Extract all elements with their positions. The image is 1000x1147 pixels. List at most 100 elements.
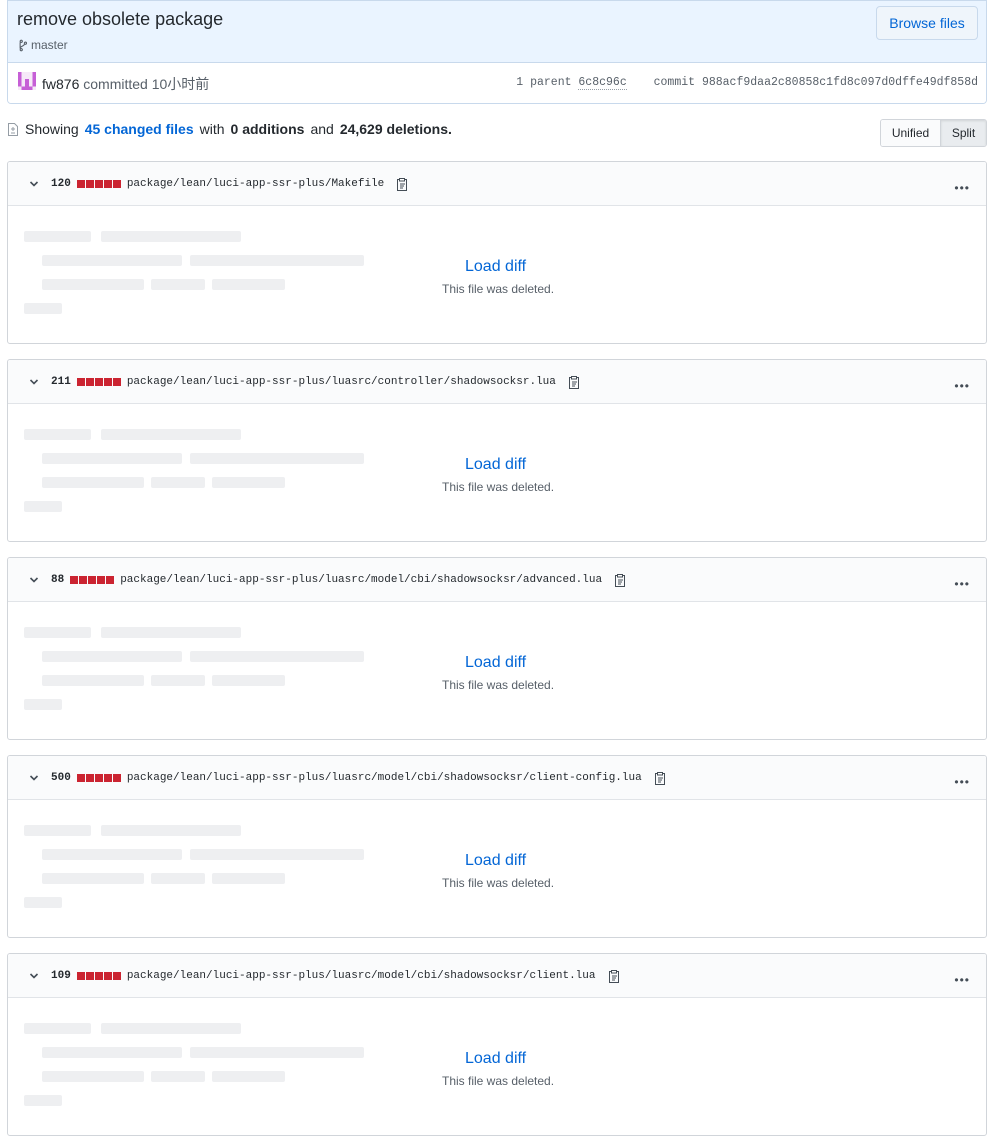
file-header: 88 package/lean/luci-app-ssr-plus/luasrc… xyxy=(8,558,986,602)
load-diff-button[interactable]: Load diff xyxy=(465,852,526,870)
skeleton-placeholder xyxy=(212,279,285,290)
file-path-link[interactable]: package/lean/luci-app-ssr-plus/luasrc/mo… xyxy=(127,970,596,982)
skeleton-placeholder xyxy=(42,1071,144,1082)
skeleton-placeholder xyxy=(24,303,62,314)
commit-label: commit xyxy=(653,76,696,89)
load-diff-button[interactable]: Load diff xyxy=(465,1050,526,1068)
file-path-link[interactable]: package/lean/luci-app-ssr-plus/Makefile xyxy=(127,178,384,190)
file-info: 120 package/lean/luci-app-ssr-plus/Makef… xyxy=(51,162,409,206)
file-body: Load diff This file was deleted. xyxy=(8,404,986,541)
file-path-link[interactable]: package/lean/luci-app-ssr-plus/luasrc/mo… xyxy=(127,772,642,784)
author-link[interactable]: fw876 xyxy=(42,76,79,92)
browse-files-button[interactable]: Browse files xyxy=(876,6,978,40)
file-diff-card: 88 package/lean/luci-app-ssr-plus/luasrc… xyxy=(7,557,987,740)
load-diff-button[interactable]: Load diff xyxy=(465,258,526,276)
summary-and: and xyxy=(310,121,334,137)
kebab-horizontal-icon[interactable]: ••• xyxy=(954,380,970,392)
kebab-horizontal-icon[interactable]: ••• xyxy=(954,578,970,590)
file-deleted-note: This file was deleted. xyxy=(442,282,555,296)
additions-count: 0 additions xyxy=(230,121,305,137)
file-diff-card: 120 package/lean/luci-app-ssr-plus/Makef… xyxy=(7,161,987,344)
unified-button[interactable]: Unified xyxy=(881,120,941,146)
skeleton-placeholder xyxy=(24,627,91,638)
branch-label: master xyxy=(17,38,68,52)
skeleton-placeholder xyxy=(212,477,285,488)
skeleton-placeholder xyxy=(42,477,144,488)
parent-label: 1 parent xyxy=(516,76,572,89)
skeleton-placeholder xyxy=(151,873,205,884)
skeleton-placeholder xyxy=(151,279,205,290)
avatar[interactable] xyxy=(18,72,36,90)
file-body: Load diff This file was deleted. xyxy=(8,206,986,343)
skeleton-placeholder xyxy=(212,873,285,884)
load-diff-button[interactable]: Load diff xyxy=(465,654,526,672)
skeleton-placeholder xyxy=(190,651,364,662)
summary-with: with xyxy=(199,121,225,137)
skeleton-placeholder xyxy=(42,675,144,686)
kebab-horizontal-icon[interactable]: ••• xyxy=(954,182,970,194)
clipboard-icon[interactable] xyxy=(653,771,667,786)
load-diff-button[interactable]: Load diff xyxy=(465,456,526,474)
skeleton-placeholder xyxy=(42,1047,182,1058)
file-deleted-note: This file was deleted. xyxy=(442,1074,555,1088)
file-body: Load diff This file was deleted. xyxy=(8,800,986,937)
diffstat-bar xyxy=(76,774,121,782)
file-change-count: 120 xyxy=(51,178,71,190)
chevron-down-icon[interactable] xyxy=(28,574,40,586)
summary-showing: Showing xyxy=(25,121,79,137)
skeleton-placeholder xyxy=(101,429,241,440)
clipboard-icon[interactable] xyxy=(395,177,409,192)
changed-files-link[interactable]: 45 changed files xyxy=(85,121,194,137)
skeleton-placeholder xyxy=(24,1095,62,1106)
commit-title: remove obsolete package xyxy=(17,9,224,29)
file-path-link[interactable]: package/lean/luci-app-ssr-plus/luasrc/co… xyxy=(127,376,556,388)
file-change-count: 109 xyxy=(51,970,71,982)
skeleton-placeholder xyxy=(42,453,182,464)
chevron-down-icon[interactable] xyxy=(28,970,40,982)
file-diff-icon xyxy=(8,122,18,136)
skeleton-placeholder xyxy=(151,1071,205,1082)
kebab-horizontal-icon[interactable]: ••• xyxy=(954,776,970,788)
git-branch-icon xyxy=(19,39,27,51)
diff-view-toggle: Unified Split xyxy=(880,119,987,147)
skeleton-placeholder xyxy=(24,825,91,836)
split-button[interactable]: Split xyxy=(941,120,986,146)
file-change-count: 88 xyxy=(51,574,65,586)
file-body: Load diff This file was deleted. xyxy=(8,602,986,739)
clipboard-icon[interactable] xyxy=(613,573,627,588)
chevron-down-icon[interactable] xyxy=(28,376,40,388)
file-header: 120 package/lean/luci-app-ssr-plus/Makef… xyxy=(8,162,986,206)
commit-action: committed xyxy=(83,76,148,92)
parent-sha-link[interactable]: 6c8c96c xyxy=(578,76,627,90)
file-body: Load diff This file was deleted. xyxy=(8,998,986,1135)
commit-sha-line: 1 parent 6c8c96c commit 988acf9daa2c8085… xyxy=(516,76,978,90)
branch-name[interactable]: master xyxy=(31,38,68,52)
skeleton-placeholder xyxy=(24,1023,91,1034)
file-path-link[interactable]: package/lean/luci-app-ssr-plus/luasrc/mo… xyxy=(120,574,602,586)
skeleton-placeholder xyxy=(190,255,364,266)
clipboard-icon[interactable] xyxy=(607,969,621,984)
diffstat-bar xyxy=(76,972,121,980)
file-info: 211 package/lean/luci-app-ssr-plus/luasr… xyxy=(51,360,581,404)
file-diff-card: 109 package/lean/luci-app-ssr-plus/luasr… xyxy=(7,953,987,1136)
chevron-down-icon[interactable] xyxy=(28,178,40,190)
diffstat-bar xyxy=(70,576,115,584)
skeleton-placeholder xyxy=(190,1047,364,1058)
skeleton-placeholder xyxy=(42,651,182,662)
commit-sha: 988acf9daa2c80858c1fd8c097d0dffe49df858d xyxy=(701,76,978,89)
skeleton-placeholder xyxy=(42,279,144,290)
file-diff-card: 500 package/lean/luci-app-ssr-plus/luasr… xyxy=(7,755,987,938)
skeleton-placeholder xyxy=(42,255,182,266)
skeleton-placeholder xyxy=(24,429,91,440)
kebab-horizontal-icon[interactable]: ••• xyxy=(954,974,970,986)
skeleton-placeholder xyxy=(101,627,241,638)
skeleton-placeholder xyxy=(42,849,182,860)
chevron-down-icon[interactable] xyxy=(28,772,40,784)
file-header: 500 package/lean/luci-app-ssr-plus/luasr… xyxy=(8,756,986,800)
skeleton-placeholder xyxy=(151,675,205,686)
file-header: 109 package/lean/luci-app-ssr-plus/luasr… xyxy=(8,954,986,998)
clipboard-icon[interactable] xyxy=(567,375,581,390)
file-deleted-note: This file was deleted. xyxy=(442,480,555,494)
skeleton-placeholder xyxy=(212,1071,285,1082)
skeleton-placeholder xyxy=(101,231,241,242)
